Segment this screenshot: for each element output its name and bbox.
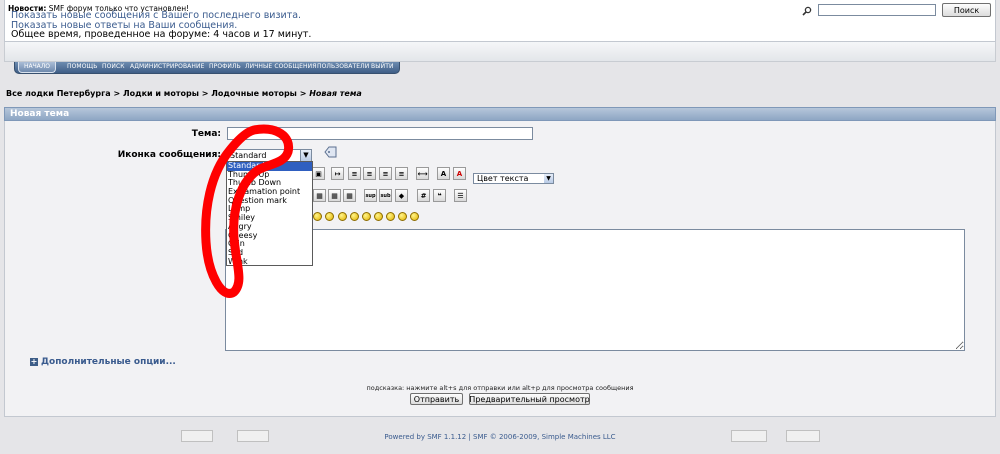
align-center-icon[interactable]: ≡ xyxy=(379,167,392,180)
submit-button[interactable]: Отправить xyxy=(410,393,463,405)
more-options-link[interactable]: Дополнительные опции... xyxy=(41,357,176,367)
news-text: SMF форум только что установлен! xyxy=(48,4,190,13)
chevron-down-icon[interactable]: ▼ xyxy=(544,174,553,183)
search-button[interactable]: Поиск xyxy=(942,3,991,17)
text-color-select[interactable]: Цвет текста ▼ xyxy=(473,173,554,184)
menu-item-profile[interactable]: ПРОФИЛЬ xyxy=(209,63,241,70)
expand-icon[interactable]: + xyxy=(30,358,38,366)
news-label: Новости: xyxy=(8,4,47,13)
breadcrumb-separator: > xyxy=(198,89,212,98)
panel-title: Новая тема xyxy=(10,109,70,119)
breadcrumb-item[interactable]: Все лодки Петербурга xyxy=(6,89,111,98)
align-right-icon[interactable]: ≡ xyxy=(395,167,408,180)
smiley-icon[interactable] xyxy=(350,212,359,221)
keyboard-hint: подсказка: нажмите alt+s для отправки ил… xyxy=(366,384,634,392)
css-badge[interactable] xyxy=(786,430,820,442)
code-button[interactable]: # xyxy=(417,189,430,202)
menu-item-admin[interactable]: АДМИНИСТРИРОВАНИЕ xyxy=(130,63,204,70)
smiley-icon[interactable] xyxy=(398,212,407,221)
news-bar xyxy=(4,42,996,62)
menu-item-search[interactable]: ПОИСК xyxy=(102,63,125,70)
smiley-icon[interactable] xyxy=(374,212,383,221)
font-size-icon[interactable]: A xyxy=(437,167,450,180)
annotation-circle xyxy=(201,124,294,298)
menu-item-logout[interactable]: ВЫЙТИ xyxy=(371,63,394,70)
panel-header xyxy=(4,107,996,121)
menu-item-members[interactable]: ПОЛЬЗОВАТЕЛИ xyxy=(317,63,369,70)
menu-item-help[interactable]: ПОМОЩЬ xyxy=(67,63,97,70)
superscript-button[interactable]: sup xyxy=(364,189,377,202)
breadcrumb-separator: > xyxy=(296,89,310,98)
search-icon[interactable] xyxy=(802,6,812,16)
teletype-icon[interactable]: ◆ xyxy=(395,189,408,202)
list-icon[interactable]: ☰ xyxy=(454,189,467,202)
breadcrumb-item[interactable]: Лодочные моторы xyxy=(211,89,297,98)
breadcrumb-separator: > xyxy=(110,89,123,98)
search-input[interactable] xyxy=(818,4,936,16)
text-color-value: Цвет текста xyxy=(477,174,529,183)
font-color-icon[interactable]: A xyxy=(453,167,466,180)
quote-icon[interactable]: ❝ xyxy=(433,189,446,202)
menu-item-home[interactable]: НАЧАЛО xyxy=(18,62,56,73)
main-menu: НАЧАЛО ПОМОЩЬ ПОИСК АДМИНИСТРИРОВАНИЕ ПР… xyxy=(14,62,400,74)
breadcrumb: Все лодки Петербурга > Лодки и моторы > … xyxy=(6,89,362,98)
footer-text: Powered by SMF 1.1.12 | SMF © 2006-2009,… xyxy=(384,433,616,441)
breadcrumb-item[interactable]: Лодки и моторы xyxy=(123,89,199,98)
align-left-icon[interactable]: ≡ xyxy=(348,167,361,180)
news: Новости: SMF форум только что установлен… xyxy=(8,4,189,13)
horizontal-rule-icon[interactable]: ⟷ xyxy=(416,167,429,180)
menu-item-messages[interactable]: ЛИЧНЫЕ СООБЩЕНИЯ xyxy=(245,63,317,70)
smiley-icon[interactable] xyxy=(410,212,419,221)
smiley-icon[interactable] xyxy=(386,212,395,221)
align-left-icon[interactable]: ≡ xyxy=(363,167,376,180)
xhtml-badge[interactable] xyxy=(731,430,767,442)
smiley-icon[interactable] xyxy=(362,212,371,221)
breadcrumb-current: Новая тема xyxy=(309,89,362,98)
subscript-button[interactable]: sub xyxy=(379,189,392,202)
preview-button[interactable]: Предварительный просмотр xyxy=(469,393,590,405)
time-spent-text: Общее время, проведенное на форуме: 4 ча… xyxy=(11,29,312,40)
